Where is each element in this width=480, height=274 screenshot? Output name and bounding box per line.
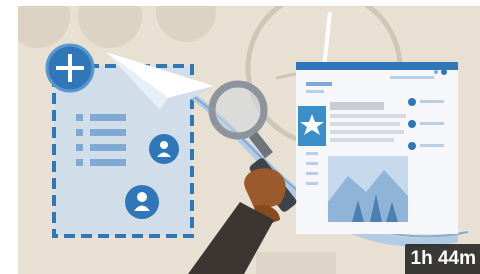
- star-icon: [298, 106, 326, 146]
- thumbnail-illustration: [18, 6, 480, 274]
- plus-icon: [45, 43, 95, 93]
- website-window: [296, 62, 458, 234]
- bottom-decor-bar: [256, 252, 336, 274]
- duration-badge: 1h 44m: [404, 244, 480, 274]
- decorative-circles: [18, 6, 216, 48]
- course-thumbnail[interactable]: 1h 44m: [18, 6, 480, 274]
- person-icon: [149, 134, 179, 164]
- person-icon: [125, 185, 159, 219]
